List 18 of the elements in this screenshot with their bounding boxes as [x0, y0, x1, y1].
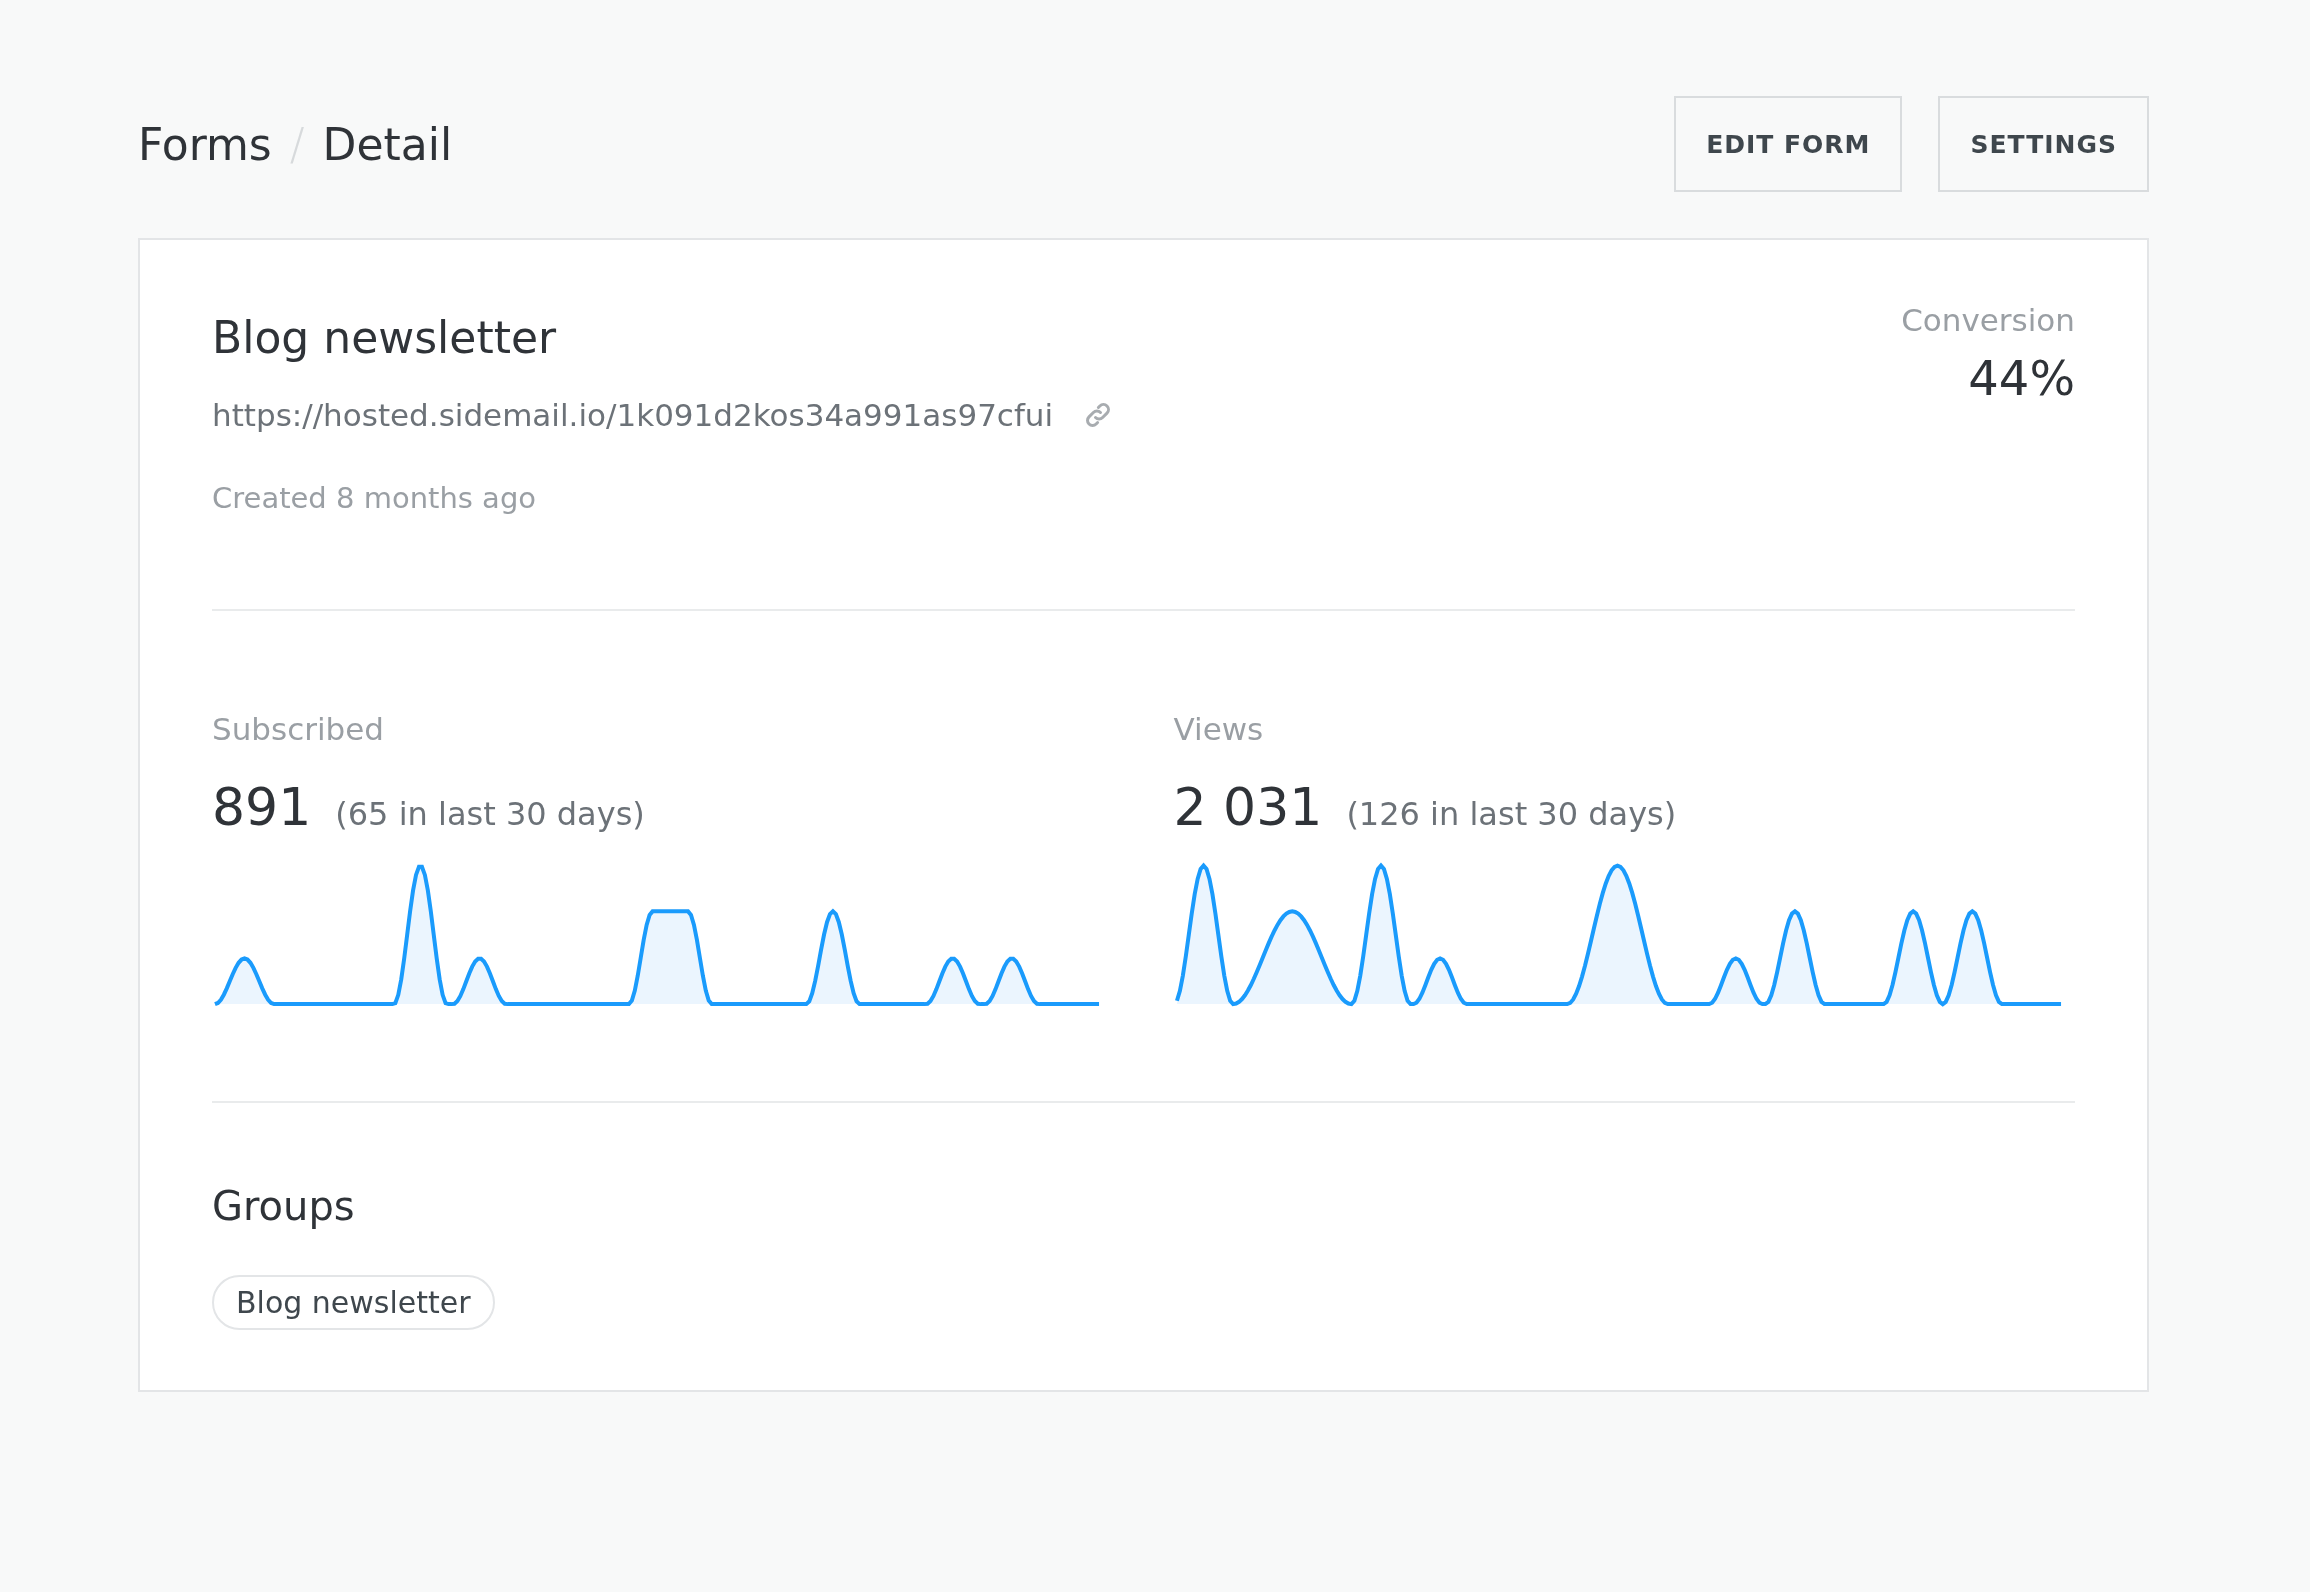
stat-value: 891 — [212, 777, 312, 837]
header-button[interactable]: EDIT FORM — [1674, 96, 1903, 192]
stat-value: 2 031 — [1173, 777, 1323, 837]
conversion-value: 44% — [1967, 350, 2075, 406]
stat-note: (126 in last 30 days) — [1346, 795, 1677, 833]
stat-label: Views — [1173, 711, 1265, 747]
group-tag[interactable]: Blog newsletter — [212, 1275, 495, 1330]
form-title: Blog newsletter — [212, 312, 558, 363]
header-button[interactable]: SETTINGS — [1938, 96, 2149, 192]
form-url: https://hosted.sidemail.io/1k091d2kos34a991as97cfui — [212, 397, 1054, 433]
groups-heading: Groups — [212, 1183, 356, 1229]
breadcrumb-item: Detail — [322, 118, 453, 170]
stat-label: Subscribed — [212, 711, 385, 747]
breadcrumb-separator: / — [289, 118, 305, 170]
conversion-label: Conversion — [1901, 302, 2075, 338]
created-date: Created 8 months ago — [212, 481, 538, 515]
breadcrumb-item[interactable]: Forms — [138, 118, 272, 170]
stat-note: (65 in last 30 days) — [335, 795, 645, 833]
